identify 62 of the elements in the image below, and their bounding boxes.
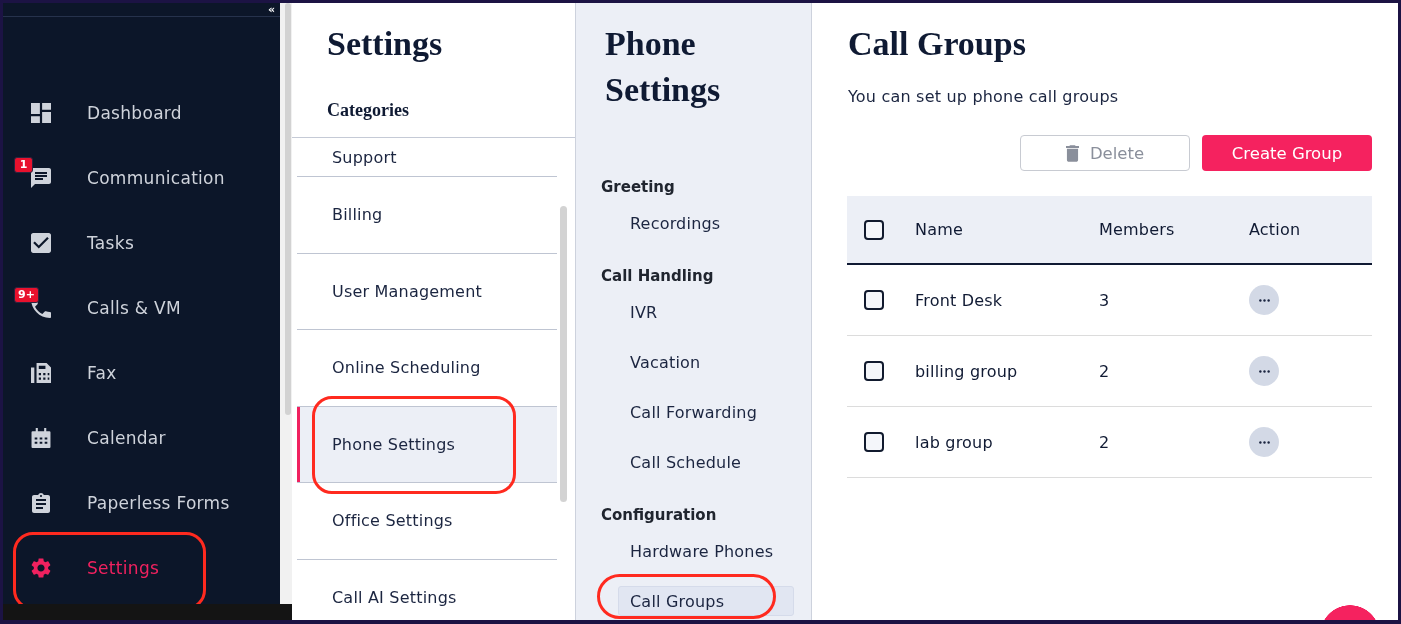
section-heading: Greeting bbox=[601, 177, 675, 198]
panel-title: Settings bbox=[327, 24, 444, 64]
menu-item[interactable]: IVR bbox=[618, 297, 794, 327]
gear-icon bbox=[31, 557, 51, 578]
sidebar-item[interactable]: Tasks bbox=[87, 232, 135, 253]
column-header: Name bbox=[915, 220, 963, 239]
scrollbar-thumb[interactable] bbox=[285, 3, 291, 415]
sidebar-item[interactable]: Dashboard bbox=[87, 102, 182, 123]
fax-icon bbox=[31, 362, 51, 383]
notification-badge: 9+ bbox=[14, 287, 39, 303]
category-item[interactable]: Phone Settings bbox=[297, 406, 557, 483]
create-group-button[interactable]: Create Group bbox=[1202, 135, 1372, 171]
row-checkbox[interactable] bbox=[864, 361, 884, 381]
column-header: Action bbox=[1249, 220, 1301, 239]
clipboard-icon bbox=[31, 492, 51, 513]
chat-icon bbox=[31, 167, 51, 188]
scrollbar-thumb[interactable] bbox=[560, 206, 567, 502]
sidebar-item[interactable]: Calendar bbox=[87, 427, 166, 448]
column-header: Members bbox=[1099, 220, 1175, 239]
row-checkbox[interactable] bbox=[864, 290, 884, 310]
category-item[interactable]: Support bbox=[297, 138, 557, 177]
table-cell: billing group bbox=[915, 361, 1018, 381]
row-action-button[interactable] bbox=[1249, 285, 1279, 315]
notification-badge: 1 bbox=[14, 157, 33, 173]
table-cell: Front Desk bbox=[915, 290, 1003, 310]
calendar-icon bbox=[31, 427, 51, 448]
page-title: Call Groups bbox=[848, 24, 1027, 64]
menu-item[interactable]: Call Groups bbox=[618, 586, 794, 616]
menu-item[interactable]: Call Forwarding bbox=[618, 397, 794, 427]
category-item[interactable]: Call AI Settings bbox=[297, 559, 557, 620]
row-action-button[interactable] bbox=[1249, 427, 1279, 457]
sidebar-item[interactable]: Paperless Forms bbox=[87, 492, 230, 513]
table-cell: 2 bbox=[1099, 432, 1110, 452]
more-icon bbox=[1258, 298, 1270, 302]
row-action-button[interactable] bbox=[1249, 356, 1279, 386]
sidebar-item[interactable]: Calls & VM bbox=[87, 297, 181, 318]
menu-item[interactable]: Vacation bbox=[618, 347, 794, 377]
dashboard-icon bbox=[31, 102, 51, 123]
panel-title: Phone Settings bbox=[605, 24, 722, 110]
menu-item[interactable]: Call Schedule bbox=[618, 447, 794, 477]
table-cell: lab group bbox=[915, 432, 993, 452]
more-icon bbox=[1258, 440, 1270, 444]
sidebar-item[interactable]: Settings bbox=[87, 557, 160, 578]
select-all-checkbox[interactable] bbox=[864, 219, 884, 240]
menu-item[interactable]: Recordings bbox=[618, 208, 794, 238]
sidebar-item[interactable]: Communication bbox=[87, 167, 225, 188]
page-description: You can set up phone call groups bbox=[848, 86, 1120, 108]
table-cell: 2 bbox=[1099, 361, 1110, 381]
category-item[interactable]: Billing bbox=[297, 177, 557, 254]
table-cell: 3 bbox=[1099, 290, 1110, 310]
category-item[interactable]: Office Settings bbox=[297, 483, 557, 560]
section-label: Categories bbox=[327, 99, 410, 122]
row-checkbox[interactable] bbox=[864, 432, 884, 452]
menu-item[interactable]: Hardware Phones bbox=[618, 536, 794, 566]
section-heading: Call Handling bbox=[601, 266, 714, 287]
category-item[interactable]: User Management bbox=[297, 253, 557, 330]
category-item[interactable]: Online Scheduling bbox=[297, 330, 557, 407]
sidebar-item[interactable]: Fax bbox=[87, 362, 117, 383]
trash-icon bbox=[1065, 144, 1079, 162]
more-icon bbox=[1258, 369, 1270, 373]
collapse-button[interactable]: « bbox=[267, 4, 275, 15]
section-heading: Configuration bbox=[601, 505, 717, 526]
